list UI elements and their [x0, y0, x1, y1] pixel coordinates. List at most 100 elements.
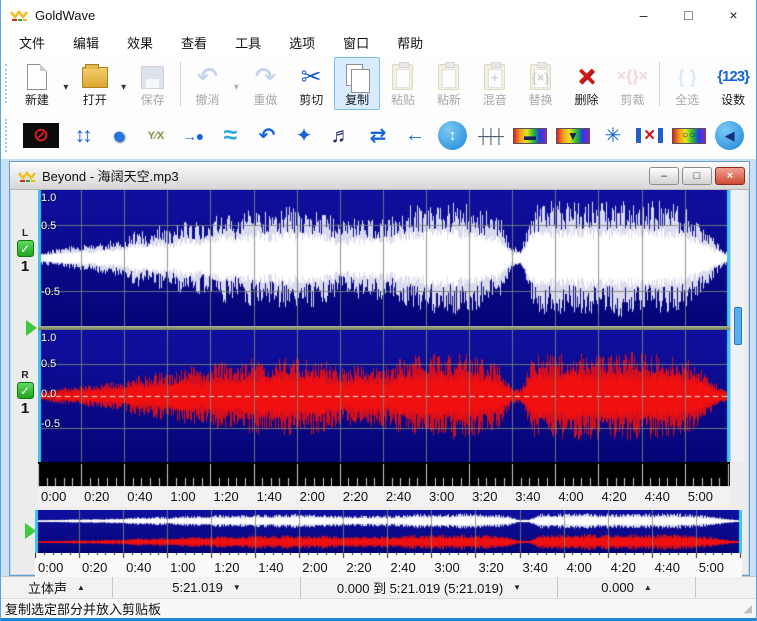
open-button-label: 打开 [83, 93, 107, 107]
cut-scissors-icon: ✂ [301, 62, 322, 92]
redo-button-label: 重做 [253, 93, 277, 107]
time-label: 4:40 [645, 489, 670, 504]
status-message-bar: 复制选定部分并放入剪贴板 ◢ [1, 598, 756, 618]
copy-button-label: 复制 [345, 93, 369, 107]
right-channel-checkbox[interactable]: ✓ [17, 382, 34, 399]
channel-mode-value: 立体声 [28, 578, 67, 597]
channel-mode-cell[interactable]: 立体声 ▲ [1, 577, 113, 598]
menu-tool[interactable]: 工具 [221, 30, 275, 55]
left-channel-label: L [22, 228, 28, 239]
spin-up-icon[interactable]: ▲ [77, 583, 85, 592]
position-cell[interactable]: 0.000 ▲ [558, 577, 696, 598]
doppler-icon[interactable]: ↕↕ [68, 121, 96, 151]
title-bar: GoldWave – □ × [1, 0, 756, 30]
copy-button[interactable]: 复制 [334, 57, 380, 110]
pop-removal-icon[interactable]: ✳ [599, 121, 627, 151]
dropdown-icon[interactable]: ▼ [233, 583, 241, 592]
mdi-workspace: Beyond - 海阔天空.mp3 – □ × L ✓ 1 R ✓ 1 1.0 [1, 159, 756, 576]
noise-reduction-icon[interactable]: × [636, 128, 663, 143]
time-warp-icon[interactable]: ○○ [672, 128, 706, 144]
length-cell[interactable]: 5:21.019 ▼ [113, 577, 301, 598]
cut-button[interactable]: ✂ 剪切 [288, 57, 334, 110]
axis-label: 0.5 [41, 358, 56, 370]
toolbar-gripper[interactable] [5, 119, 10, 152]
set-marker-button[interactable]: {123} 设数 [710, 57, 756, 110]
menu-file[interactable]: 文件 [5, 30, 59, 55]
menu-effect[interactable]: 效果 [113, 30, 167, 55]
time-label: 4:00 [567, 560, 592, 575]
scrollbar-thumb[interactable] [734, 307, 742, 345]
new-button[interactable]: 新建 [14, 57, 60, 110]
new-dropdown-caret[interactable]: ▾ [61, 74, 71, 93]
menu-edit[interactable]: 编辑 [59, 30, 113, 55]
time-label: 3:40 [515, 489, 540, 504]
undo-icon: ↶ [197, 62, 218, 92]
set-marker-button-label: 设数 [721, 93, 745, 107]
menu-view[interactable]: 查看 [167, 30, 221, 55]
timeline-ticks [38, 462, 730, 486]
toolbar-gripper[interactable] [5, 64, 10, 104]
new-button-label: 新建 [25, 93, 49, 107]
time-label: 0:00 [38, 560, 63, 575]
dropdown-icon[interactable]: ▼ [513, 583, 521, 592]
menu-help[interactable]: 帮助 [383, 30, 437, 55]
spin-up-icon[interactable]: ▲ [644, 583, 652, 592]
echo-icon[interactable]: →● [179, 121, 207, 151]
length-value: 5:21.019 [172, 580, 223, 595]
menu-options[interactable]: 选项 [275, 30, 329, 55]
monitor-off-icon[interactable]: ⊘ [23, 123, 59, 148]
save-floppy-icon [141, 62, 164, 92]
selection-cell[interactable]: 0.000 到 5:21.019 (5:21.019) ▼ [301, 577, 558, 598]
select-all-button: { } 全选 [664, 57, 710, 110]
playback-device-icon[interactable]: ◀ [715, 121, 744, 150]
waveform-left-channel[interactable] [38, 190, 730, 326]
minimize-button[interactable]: – [621, 0, 666, 30]
time-label: 0:40 [126, 560, 151, 575]
volume-maximize-icon[interactable]: ↕ [438, 121, 467, 150]
volume-shape-icon[interactable]: ▬ [513, 128, 547, 144]
spectrum-filter-icon[interactable]: ▼ [556, 128, 590, 144]
pitch-icon[interactable]: ♬ [327, 121, 355, 151]
set-marker-icon: {123} [717, 62, 749, 92]
time-label: 4:20 [601, 489, 626, 504]
right-channel-number: 1 [21, 400, 29, 417]
sound-minimize-button[interactable]: – [649, 167, 679, 185]
sound-close-button[interactable]: × [715, 167, 745, 185]
time-label: 2:40 [386, 489, 411, 504]
open-dropdown-caret[interactable]: ▾ [119, 74, 129, 93]
maximize-button[interactable]: □ [666, 0, 711, 30]
vertical-zoom-scrollbar[interactable] [730, 190, 744, 462]
reverse-icon[interactable]: ← [401, 121, 429, 151]
delete-button[interactable]: × 删除 [564, 57, 610, 110]
timeline: 0:000:200:401:001:201:402:002:202:403:00… [38, 486, 730, 507]
undo-dropdown-caret: ▾ [231, 74, 241, 93]
resize-grip-icon[interactable]: ◢ [744, 602, 752, 615]
toolbar-separator [659, 62, 660, 106]
flanger-icon[interactable]: ≈ [216, 121, 244, 151]
overview-ticks [35, 553, 742, 560]
expression-evaluator-icon[interactable]: Y∕X [142, 121, 170, 151]
replace-clipboard-icon: {×} [530, 62, 551, 92]
equalizer-icon[interactable]: ┼┼┼ [476, 121, 504, 151]
sound-window-titlebar[interactable]: Beyond - 海阔天空.mp3 – □ × [10, 162, 749, 190]
time-label: 4:20 [611, 560, 636, 575]
overview-playback-marker-icon[interactable] [25, 523, 36, 539]
sound-restore-button[interactable]: □ [682, 167, 712, 185]
left-channel-checkbox[interactable]: ✓ [17, 240, 34, 257]
mechanize-icon[interactable]: ✦ [290, 121, 318, 151]
overview-waveform[interactable] [35, 510, 742, 553]
uturn-reverse-icon[interactable]: ↶ [253, 121, 281, 151]
menu-window[interactable]: 窗口 [329, 30, 383, 55]
time-label: 2:00 [300, 489, 325, 504]
dynamics-icon[interactable]: ● [105, 121, 133, 151]
time-label: 1:20 [213, 489, 238, 504]
waveform-right-channel[interactable] [38, 330, 730, 462]
replace-button: {×} 替换 [518, 57, 564, 110]
open-button[interactable]: 打开 [72, 57, 118, 110]
playback-marker-icon[interactable] [26, 320, 37, 336]
offset-icon[interactable]: ⇄ [364, 121, 392, 151]
mix-clipboard-icon: + [484, 62, 505, 92]
status-bar: 立体声 ▲ 5:21.019 ▼ 0.000 到 5:21.019 (5:21.… [1, 576, 756, 598]
goldwave-window: GoldWave – □ × 文件 编辑 效果 查看 工具 选项 窗口 帮助 新… [0, 0, 757, 621]
close-button[interactable]: × [711, 0, 756, 30]
